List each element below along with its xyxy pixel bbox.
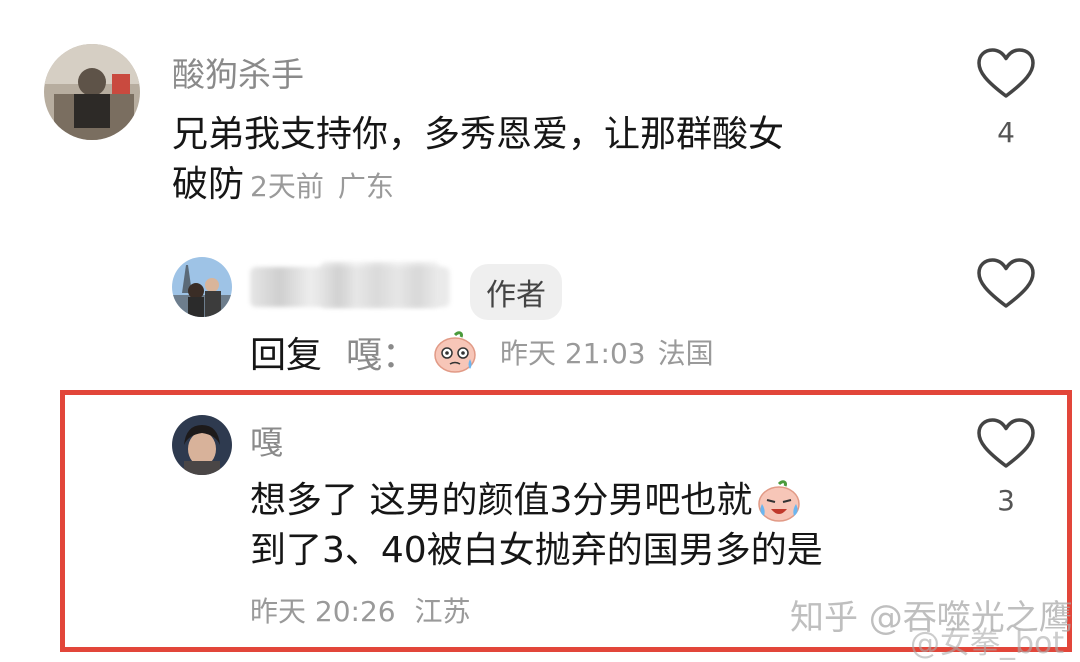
like-button[interactable] bbox=[976, 48, 1036, 100]
avatar[interactable] bbox=[44, 44, 140, 140]
comment-time: 昨天 20:26 bbox=[250, 595, 396, 628]
comment-text-line: 想多了 这男的颜值3分男吧也就 bbox=[250, 476, 823, 526]
comment-text-line: 破防 2天前 广东 bbox=[172, 160, 784, 212]
avatar[interactable] bbox=[172, 257, 232, 317]
like-button[interactable] bbox=[976, 258, 1036, 310]
heart-icon bbox=[977, 48, 1035, 98]
heart-icon bbox=[977, 258, 1035, 308]
heart-icon bbox=[977, 418, 1035, 468]
blurred-username-extra bbox=[320, 262, 440, 308]
avatar[interactable] bbox=[172, 415, 232, 475]
username[interactable]: 酸狗杀手 bbox=[172, 48, 304, 96]
comment-text-tail: 破防 bbox=[172, 164, 245, 205]
reply-to-username[interactable]: 嘎： bbox=[346, 326, 418, 378]
comment-time: 2天前 bbox=[250, 170, 324, 203]
username[interactable]: 嘎 bbox=[250, 416, 283, 464]
comment-text: 兄弟我支持你，多秀恩爱，让那群酸女 破防 2天前 广东 bbox=[172, 110, 784, 212]
reply-line: 回复 嘎： 昨天 21:03 法国 bbox=[250, 326, 714, 378]
author-badge: 作者 bbox=[470, 264, 562, 320]
reply-prefix: 回复 bbox=[250, 335, 323, 376]
like-count: 4 bbox=[997, 116, 1015, 149]
watermark-secondary: @女拳_bot bbox=[910, 626, 1065, 661]
comment-location: 广东 bbox=[337, 170, 394, 203]
comment-meta: 昨天 20:26 江苏 bbox=[250, 590, 471, 630]
comment-text-line: 兄弟我支持你，多秀恩爱，让那群酸女 bbox=[172, 114, 785, 155]
comment-text-line: 到了3、40被白女抛弃的国男多的是 bbox=[250, 530, 823, 571]
comment-location: 法国 bbox=[657, 337, 714, 370]
comment-time: 昨天 21:03 bbox=[500, 337, 646, 370]
like-button[interactable] bbox=[976, 418, 1036, 470]
like-count: 3 bbox=[997, 484, 1015, 517]
comment-location: 江苏 bbox=[414, 595, 471, 628]
comment-text: 想多了 这男的颜值3分男吧也就 到了3、40被白女抛弃的国男多的是 bbox=[250, 476, 823, 576]
crying-laughing-face-emoji-icon bbox=[756, 478, 802, 524]
sweat-face-emoji-icon bbox=[432, 329, 478, 375]
comment-text-line1: 想多了 这男的颜值3分男吧也就 bbox=[250, 480, 753, 521]
